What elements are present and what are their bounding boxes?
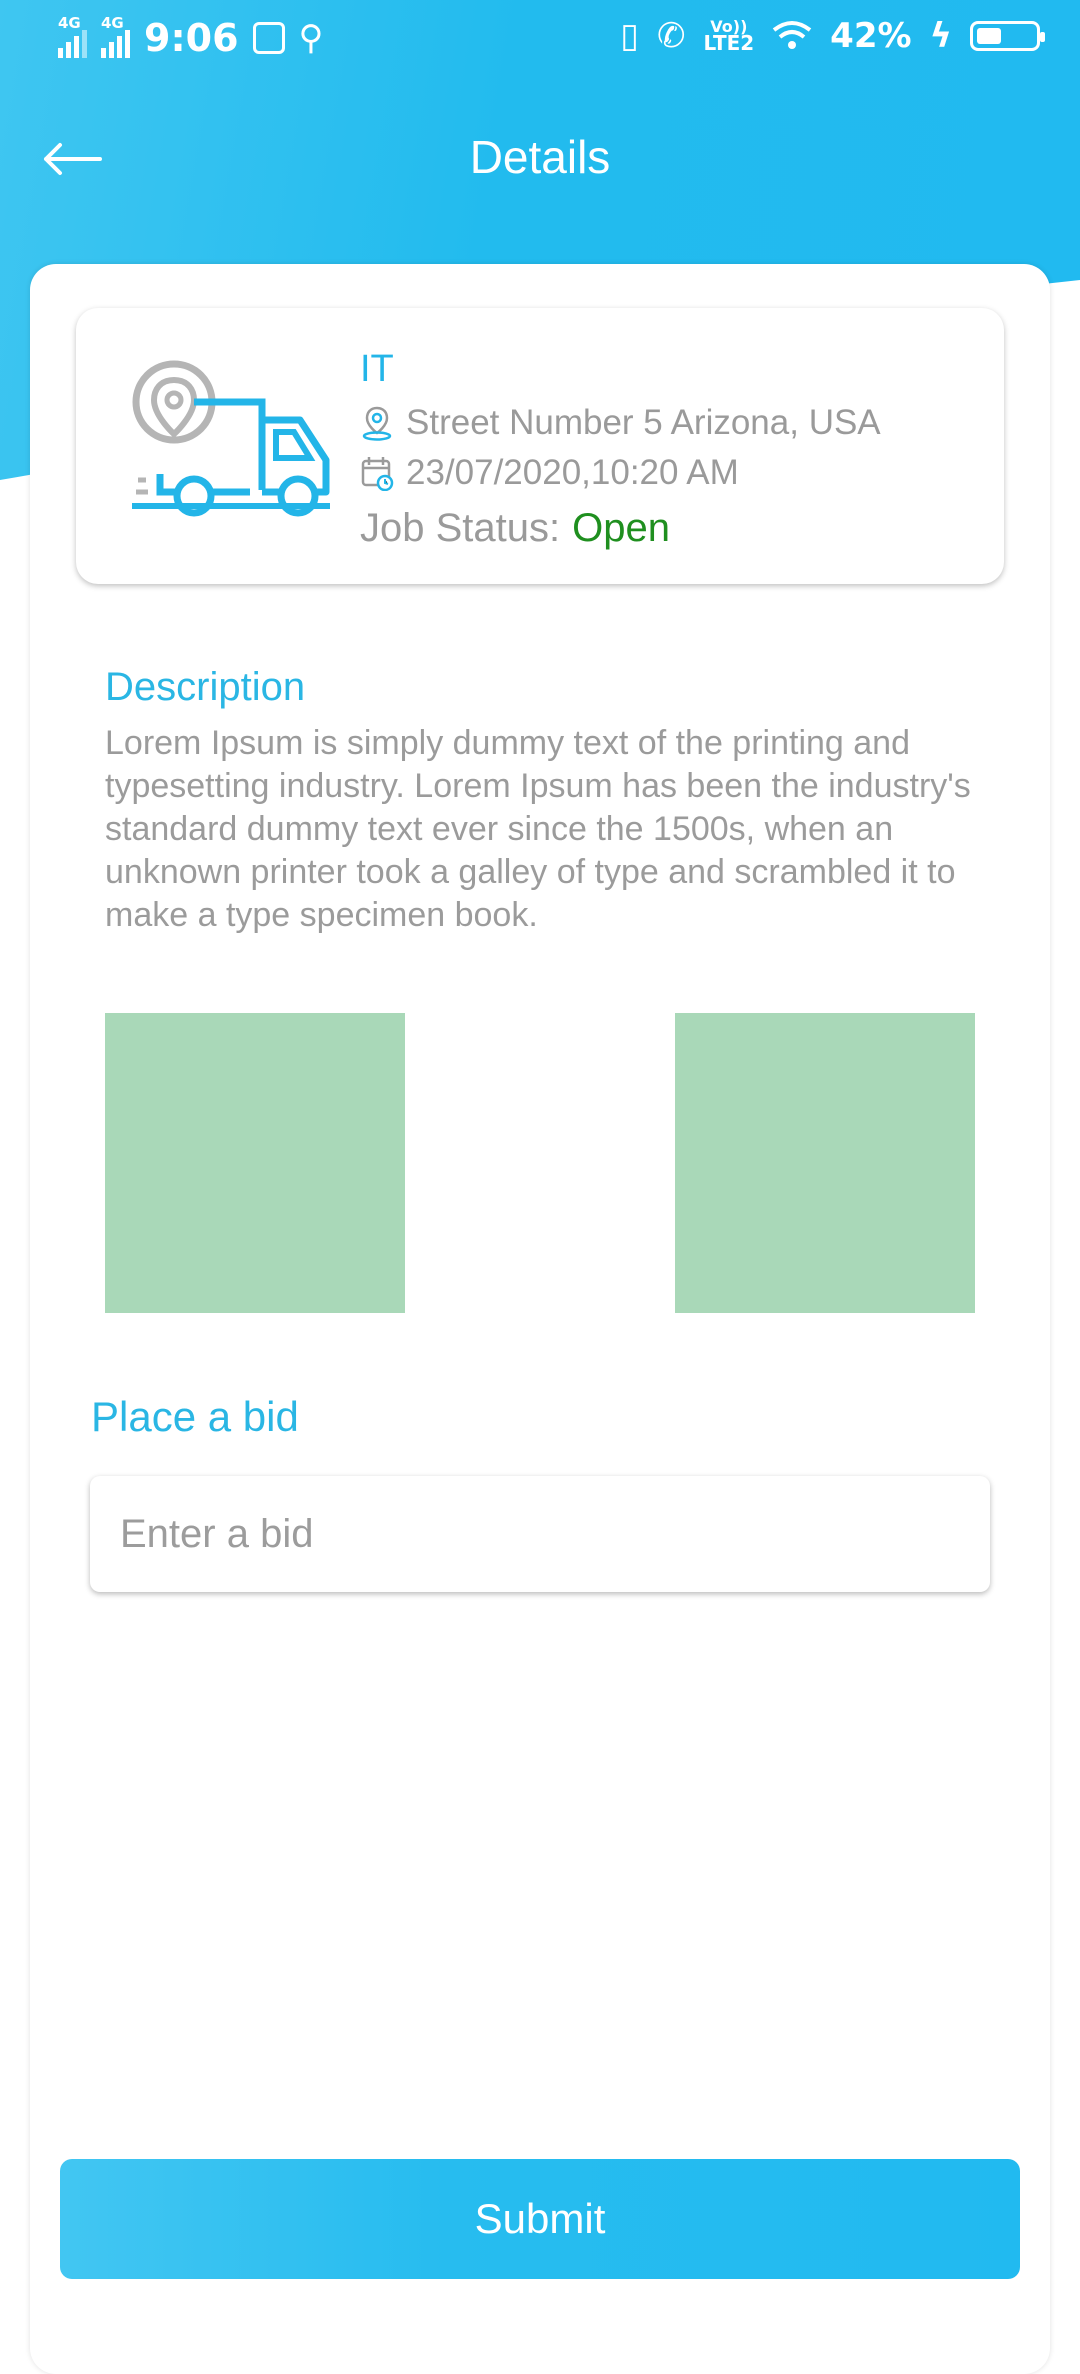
- signal-icon: 4G: [101, 14, 130, 58]
- job-summary-card[interactable]: IT Street Number 5 Arizona, USA 23/07/20…: [76, 308, 1004, 584]
- volte-indicator: Vo)) LTE2: [703, 17, 755, 55]
- job-datetime: 23/07/2020,10:20 AM: [406, 453, 739, 492]
- wifi-calling-icon: ✆: [657, 16, 686, 56]
- notification-icon: [252, 22, 285, 54]
- network-type-1: 4G: [58, 14, 81, 32]
- job-status-label: Job Status:: [360, 506, 561, 550]
- network-type-2: 4G: [101, 14, 124, 32]
- status-bar: 4G 4G 9:06 ⚲ ▯ ✆ Vo)) LTE2 42% ϟ: [0, 0, 1080, 84]
- job-status-row: Job Status: Open: [360, 506, 670, 551]
- job-image-2[interactable]: [675, 1013, 975, 1313]
- job-status-value: Open: [572, 506, 670, 550]
- battery-percent: 42%: [830, 16, 912, 56]
- calendar-clock-icon: [361, 457, 394, 491]
- description-heading: Description: [105, 665, 306, 709]
- battery-icon: [970, 21, 1045, 51]
- signal-icon: 4G: [58, 14, 87, 58]
- vibrate-icon: ▯: [620, 16, 640, 56]
- submit-button[interactable]: Submit: [60, 2159, 1020, 2279]
- job-address-row: Street Number 5 Arizona, USA: [360, 403, 881, 443]
- bid-input[interactable]: [90, 1476, 990, 1592]
- usb-icon: ⚲: [298, 18, 324, 58]
- bid-heading: Place a bid: [91, 1393, 299, 1440]
- job-address: Street Number 5 Arizona, USA: [406, 403, 881, 442]
- wifi-icon: [772, 21, 812, 49]
- page-title: Details: [469, 131, 611, 183]
- job-image-1[interactable]: [105, 1013, 405, 1313]
- charging-icon: ϟ: [929, 16, 952, 56]
- description-text: Lorem Ipsum is simply dummy text of the …: [105, 724, 971, 934]
- job-datetime-row: 23/07/2020,10:20 AM: [360, 453, 739, 493]
- clock: 9:06: [144, 16, 239, 60]
- job-category: IT: [360, 348, 394, 390]
- location-pin-icon: [362, 406, 392, 441]
- delivery-truck-icon: [132, 360, 330, 517]
